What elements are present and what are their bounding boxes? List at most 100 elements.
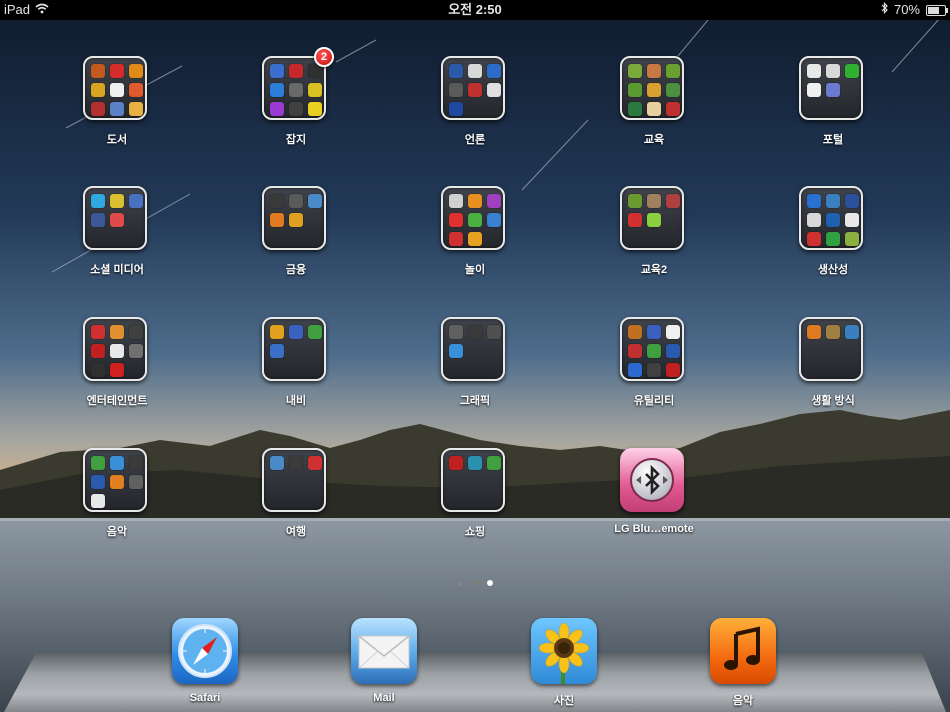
folder-app-thumbnail-icon: [110, 194, 124, 208]
page-dot[interactable]: [472, 580, 479, 586]
folder-app-thumbnail-icon: [91, 456, 105, 470]
page-dot-current[interactable]: [486, 580, 493, 586]
folder-app-thumbnail-icon: [91, 344, 105, 358]
folder-app-thumbnail-icon: [129, 102, 143, 116]
folder-icon[interactable]: [799, 56, 863, 120]
folder-app-thumbnail-icon: [647, 64, 661, 78]
folder-label: 금융: [285, 264, 307, 276]
folder-label: 생활 방식: [811, 395, 855, 407]
folder-app-thumbnail-icon: [129, 83, 143, 97]
folder-app-thumbnail-icon: [449, 456, 463, 470]
folder-icon[interactable]: [262, 186, 326, 250]
dock-label: 사진: [553, 695, 575, 707]
folder-2[interactable]: 언론: [415, 56, 535, 156]
folder-app-thumbnail-icon: [647, 213, 661, 227]
folder-6[interactable]: 금융: [236, 186, 356, 286]
folder-icon[interactable]: [83, 448, 147, 512]
folder-icon[interactable]: [83, 56, 147, 120]
folder-icon[interactable]: [620, 317, 684, 381]
folder-app-thumbnail-icon: [308, 83, 322, 97]
dock-app-safari[interactable]: Safari: [155, 618, 255, 712]
folder-app-thumbnail-icon: [647, 194, 661, 208]
folder-app-thumbnail-icon: [807, 64, 821, 78]
app-lg-bluetooth-remote[interactable]: LG Blu…emote: [594, 448, 714, 548]
folder-11[interactable]: 내비: [236, 317, 356, 417]
folder-label: 쇼핑: [464, 526, 486, 538]
folder-app-thumbnail-icon: [110, 64, 124, 78]
folder-label: 엔터테인먼트: [86, 395, 148, 407]
folder-icon[interactable]: [83, 317, 147, 381]
folder-app-thumbnail-icon: [845, 325, 859, 339]
folder-app-thumbnail-icon: [129, 475, 143, 489]
folder-label: 여행: [285, 526, 307, 538]
envelope-icon[interactable]: [351, 618, 417, 684]
folder-icon[interactable]: [262, 448, 326, 512]
folder-icon[interactable]: [83, 186, 147, 250]
music-note-icon[interactable]: [710, 618, 776, 684]
folder-icon[interactable]: [441, 448, 505, 512]
folder-1[interactable]: 2 잡지: [236, 47, 356, 156]
folder-app-thumbnail-icon: [807, 213, 821, 227]
folder-app-thumbnail-icon: [110, 213, 124, 227]
folder-icon[interactable]: [262, 317, 326, 381]
folder-10[interactable]: 엔터테인먼트: [57, 317, 177, 417]
dock-app-music[interactable]: 음악: [693, 618, 793, 712]
folder-15[interactable]: 음악: [57, 448, 177, 548]
folder-icon[interactable]: [441, 56, 505, 120]
dock-app-mail[interactable]: Mail: [334, 618, 434, 712]
folder-label: 음악: [106, 526, 128, 538]
folder-app-thumbnail-icon: [468, 194, 482, 208]
folder-icon[interactable]: [799, 317, 863, 381]
folder-app-thumbnail-icon: [628, 83, 642, 97]
compass-icon[interactable]: [172, 618, 238, 684]
folder-app-thumbnail-icon: [91, 213, 105, 227]
folder-app-thumbnail-icon: [845, 194, 859, 208]
folder-13[interactable]: 유틸리티: [594, 317, 714, 417]
folder-app-thumbnail-icon: [289, 194, 303, 208]
folder-app-thumbnail-icon: [826, 64, 840, 78]
folder-label: 유틸리티: [633, 395, 675, 407]
folder-label: 그래픽: [459, 395, 491, 407]
folder-9[interactable]: 생산성: [773, 186, 893, 286]
folder-3[interactable]: 교육: [594, 56, 714, 156]
folder-app-thumbnail-icon: [666, 325, 680, 339]
folder-14[interactable]: 생활 방식: [773, 317, 893, 417]
folder-icon[interactable]: [262, 56, 326, 120]
folder-7[interactable]: 놀이: [415, 186, 535, 286]
folder-5[interactable]: 소셜 미디어: [57, 186, 177, 286]
folder-app-thumbnail-icon: [666, 64, 680, 78]
folder-app-thumbnail-icon: [826, 325, 840, 339]
page-indicator[interactable]: ⌕: [0, 578, 950, 588]
dock-app-photos[interactable]: 사진: [514, 618, 614, 712]
folder-icon[interactable]: [620, 56, 684, 120]
folder-app-thumbnail-icon: [270, 325, 284, 339]
folder-app-thumbnail-icon: [308, 456, 322, 470]
folder-app-thumbnail-icon: [487, 456, 501, 470]
folder-4[interactable]: 포털: [773, 56, 893, 156]
folder-16[interactable]: 여행: [236, 448, 356, 548]
folder-8[interactable]: 교육2: [594, 186, 714, 286]
folder-12[interactable]: 그래픽: [415, 317, 535, 417]
folder-0[interactable]: 도서: [57, 56, 177, 156]
folder-app-thumbnail-icon: [666, 344, 680, 358]
folder-icon[interactable]: [799, 186, 863, 250]
folder-app-thumbnail-icon: [826, 213, 840, 227]
bluetooth-remote-icon[interactable]: [620, 448, 684, 512]
folder-app-thumbnail-icon: [289, 456, 303, 470]
folder-app-thumbnail-icon: [468, 83, 482, 97]
folder-icon[interactable]: [441, 317, 505, 381]
sunflower-icon[interactable]: [531, 618, 597, 684]
folder-app-thumbnail-icon: [628, 194, 642, 208]
folder-app-thumbnail-icon: [270, 102, 284, 116]
spotlight-search-icon[interactable]: ⌕: [458, 579, 465, 587]
folder-icon[interactable]: [441, 186, 505, 250]
folder-app-thumbnail-icon: [468, 232, 482, 246]
folder-app-thumbnail-icon: [270, 456, 284, 470]
folder-app-thumbnail-icon: [647, 325, 661, 339]
dock-label: Mail: [373, 692, 395, 704]
folder-app-thumbnail-icon: [308, 194, 322, 208]
folder-17[interactable]: 쇼핑: [415, 448, 535, 548]
folder-app-thumbnail-icon: [449, 325, 463, 339]
folder-icon[interactable]: [620, 186, 684, 250]
folder-app-thumbnail-icon: [91, 363, 105, 377]
